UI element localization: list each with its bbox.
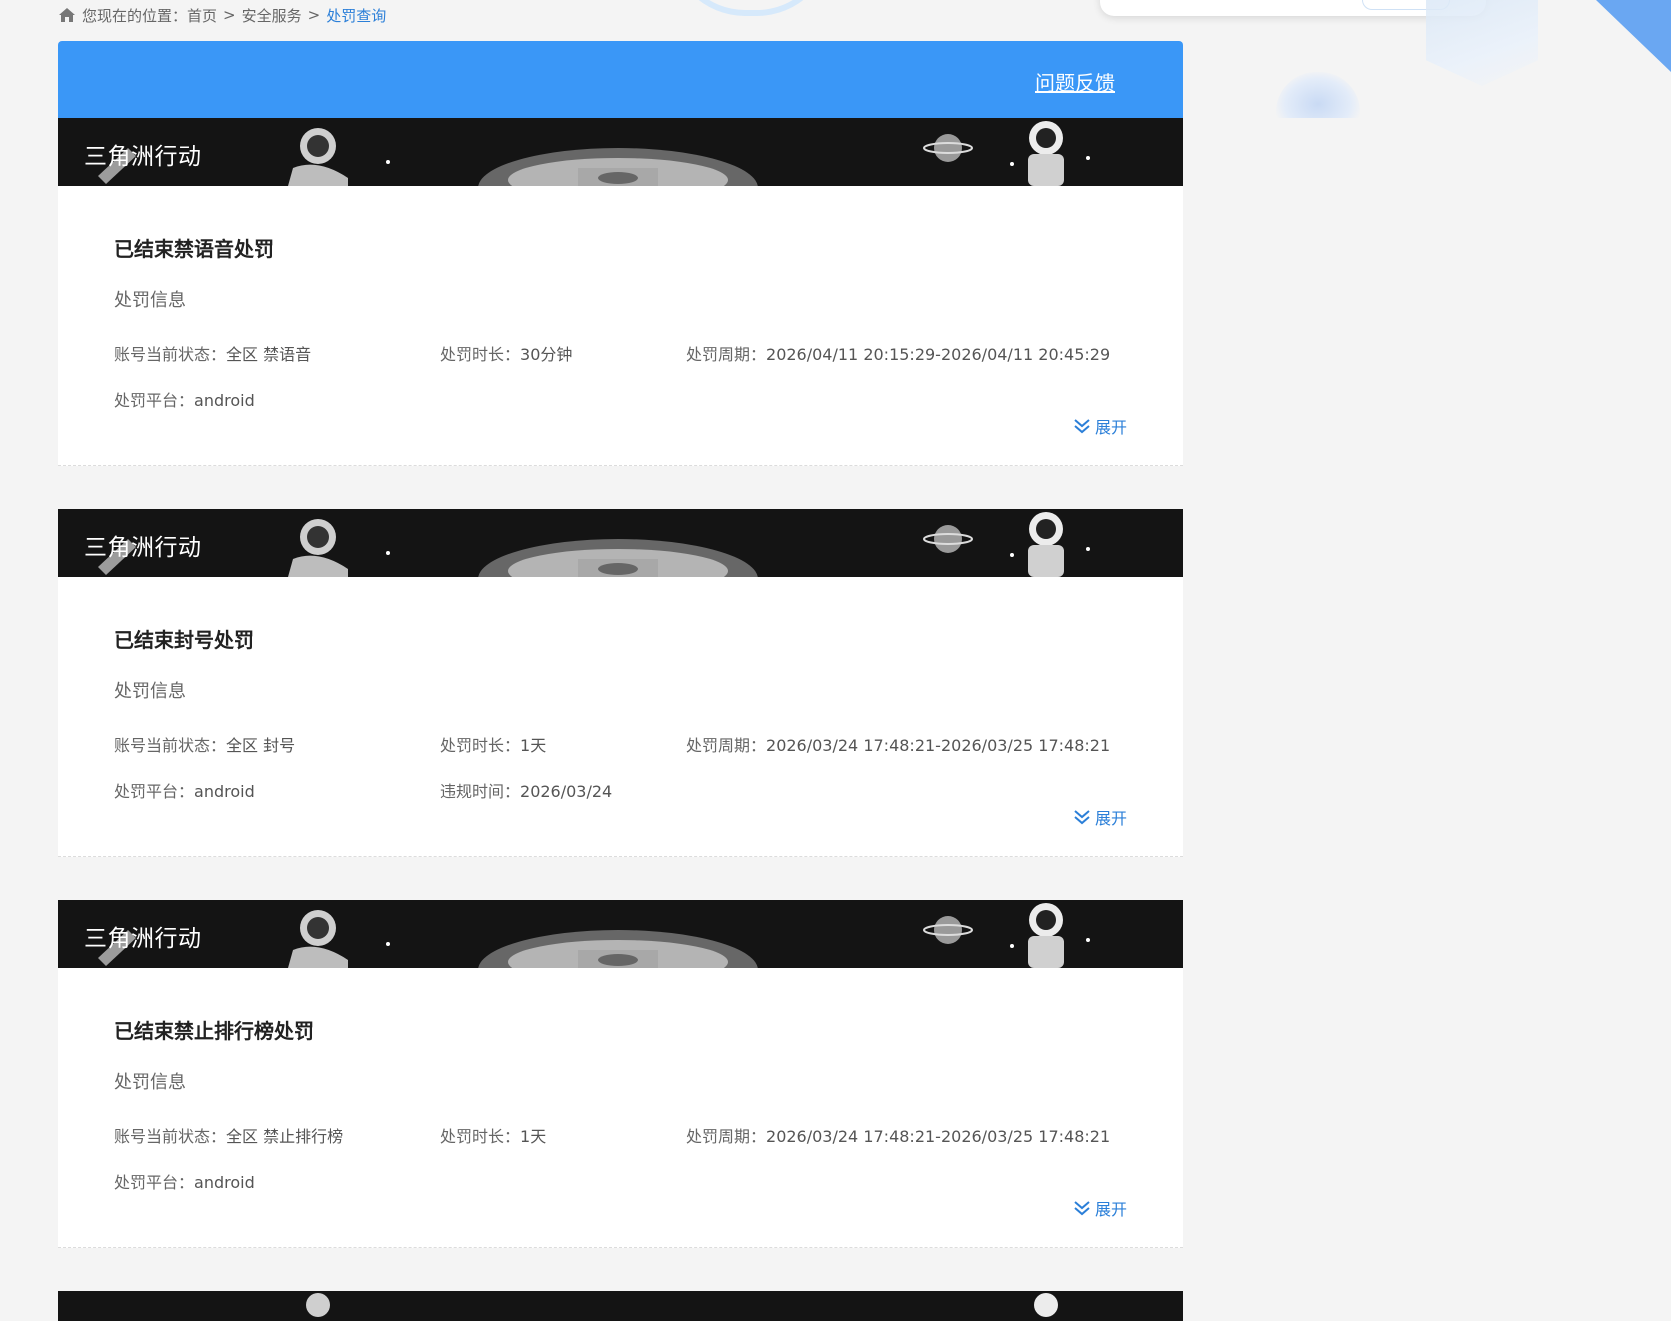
account-status-field: 账号当前状态：全区 禁语音: [114, 341, 311, 365]
game-banner: 三角洲行动: [58, 118, 1183, 186]
field-label: 账号当前状态：: [114, 345, 227, 364]
field-value: 全区 禁语音: [226, 345, 312, 364]
card-body: 已结束禁语音处罚 处罚信息 账号当前状态：全区 禁语音 处罚时长：30分钟 处罚…: [58, 186, 1183, 465]
card-body: 已结束封号处罚 处罚信息 账号当前状态：全区 封号 处罚时长：1天 处罚周期：2…: [58, 577, 1183, 856]
expand-label: 展开: [1094, 418, 1127, 437]
game-name: 三角洲行动: [84, 926, 202, 952]
field-value: 2026/03/24 17:48:21-2026/03/25 17:48:21: [766, 736, 1111, 755]
field-label: 处罚时长：: [440, 736, 521, 755]
duration-field: 处罚时长：1天: [440, 1123, 546, 1147]
platform-field: 处罚平台：android: [114, 778, 255, 802]
hexagon-decoration: [1426, 0, 1538, 86]
expand-label: 展开: [1094, 809, 1127, 828]
breadcrumb-security-link[interactable]: 安全服务: [242, 5, 302, 26]
platform-field: 处罚平台：android: [114, 387, 255, 411]
penalty-card: 三角洲行动 已结束禁语音处罚 处罚信息 账号当前状态：全区 禁语音 处罚时长：3…: [58, 118, 1183, 466]
field-label: 处罚周期：: [686, 345, 767, 364]
corner-decoration: [1596, 0, 1671, 72]
breadcrumb-prefix: 您现在的位置：: [82, 6, 188, 25]
field-value: android: [194, 391, 255, 410]
section-label: 处罚信息: [114, 290, 186, 311]
header-bar: 问题反馈: [58, 41, 1183, 118]
field-value: android: [194, 1173, 255, 1192]
penalty-title: 已结束禁止排行榜处罚: [114, 1019, 314, 1043]
field-label: 账号当前状态：: [114, 736, 227, 755]
field-label: 账号当前状态：: [114, 1127, 227, 1146]
penalty-card: 三角洲行动 已结束禁止排行榜处罚 处罚信息 账号当前状态：全区 禁止排行榜 处罚…: [58, 900, 1183, 1248]
field-value: 全区 封号: [226, 736, 296, 755]
platform-field: 处罚平台：android: [114, 1169, 255, 1193]
breadcrumb-current[interactable]: 处罚查询: [326, 5, 386, 26]
period-field: 处罚周期：2026/03/24 17:48:21-2026/03/25 17:4…: [686, 732, 1110, 756]
banner-artwork: [98, 903, 1090, 968]
section-label: 处罚信息: [114, 681, 186, 702]
field-label: 处罚时长：: [440, 1127, 521, 1146]
duration-field: 处罚时长：30分钟: [440, 341, 572, 365]
expand-button[interactable]: 展开: [1073, 414, 1127, 438]
field-value: android: [194, 782, 255, 801]
field-label: 处罚平台：: [114, 782, 195, 801]
field-value: 30分钟: [520, 345, 573, 364]
main-content: 问题反馈 三角洲行动 已结束禁语音处罚 处罚信息 账号当前状态：全区 禁语音 处…: [58, 41, 1183, 1321]
breadcrumb-home-link[interactable]: 首页: [187, 5, 217, 26]
duration-field: 处罚时长：1天: [440, 732, 546, 756]
expand-button[interactable]: 展开: [1073, 805, 1127, 829]
field-value: 2026/03/24: [520, 782, 613, 801]
banner-artwork: [98, 512, 1090, 577]
field-label: 处罚周期：: [686, 736, 767, 755]
field-label: 处罚平台：: [114, 391, 195, 410]
expand-label: 展开: [1094, 1200, 1127, 1219]
home-icon: [59, 8, 75, 22]
violation-time-field: 违规时间：2026/03/24: [440, 778, 612, 802]
section-label: 处罚信息: [114, 1072, 186, 1093]
banner-artwork: [98, 121, 1090, 186]
field-label: 违规时间：: [440, 782, 521, 801]
character-decoration: [1276, 72, 1360, 118]
card-body: 已结束禁止排行榜处罚 处罚信息 账号当前状态：全区 禁止排行榜 处罚时长：1天 …: [58, 968, 1183, 1247]
feedback-link[interactable]: 问题反馈: [1035, 67, 1115, 96]
breadcrumb-separator: >: [223, 6, 236, 24]
penalty-title: 已结束禁语音处罚: [114, 237, 274, 261]
penalty-title: 已结束封号处罚: [114, 628, 254, 652]
field-label: 处罚时长：: [440, 345, 521, 364]
chevron-double-down-icon: [1074, 810, 1090, 825]
breadcrumb: 您现在的位置： 首页 > 安全服务 > 处罚查询: [58, 4, 386, 26]
background-decoration: [670, 0, 832, 16]
chevron-double-down-icon: [1074, 419, 1090, 434]
field-value: 2026/04/11 20:15:29-2026/04/11 20:45:29: [766, 345, 1111, 364]
banner-artwork: [306, 1293, 1058, 1317]
field-value: 1天: [520, 1127, 547, 1146]
expand-button[interactable]: 展开: [1073, 1196, 1127, 1220]
field-value: 全区 禁止排行榜: [226, 1127, 344, 1146]
chevron-double-down-icon: [1074, 1201, 1090, 1216]
game-banner: 三角洲行动: [58, 509, 1183, 577]
field-value: 1天: [520, 736, 547, 755]
breadcrumb-separator: >: [307, 6, 321, 24]
penalty-card: 三角洲行动 已结束封号处罚 处罚信息 账号当前状态：全区 封号 处罚时长：1天 …: [58, 509, 1183, 857]
field-label: 处罚周期：: [686, 1127, 767, 1146]
period-field: 处罚周期：2026/03/24 17:48:21-2026/03/25 17:4…: [686, 1123, 1110, 1147]
game-name: 三角洲行动: [84, 144, 202, 170]
period-field: 处罚周期：2026/04/11 20:15:29-2026/04/11 20:4…: [686, 341, 1110, 365]
game-banner: 三角洲行动: [58, 900, 1183, 968]
field-label: 处罚平台：: [114, 1173, 195, 1192]
field-value: 2026/03/24 17:48:21-2026/03/25 17:48:21: [766, 1127, 1111, 1146]
game-banner-partial: [58, 1291, 1183, 1321]
account-status-field: 账号当前状态：全区 禁止排行榜: [114, 1123, 343, 1147]
game-name: 三角洲行动: [84, 535, 202, 561]
account-status-field: 账号当前状态：全区 封号: [114, 732, 295, 756]
